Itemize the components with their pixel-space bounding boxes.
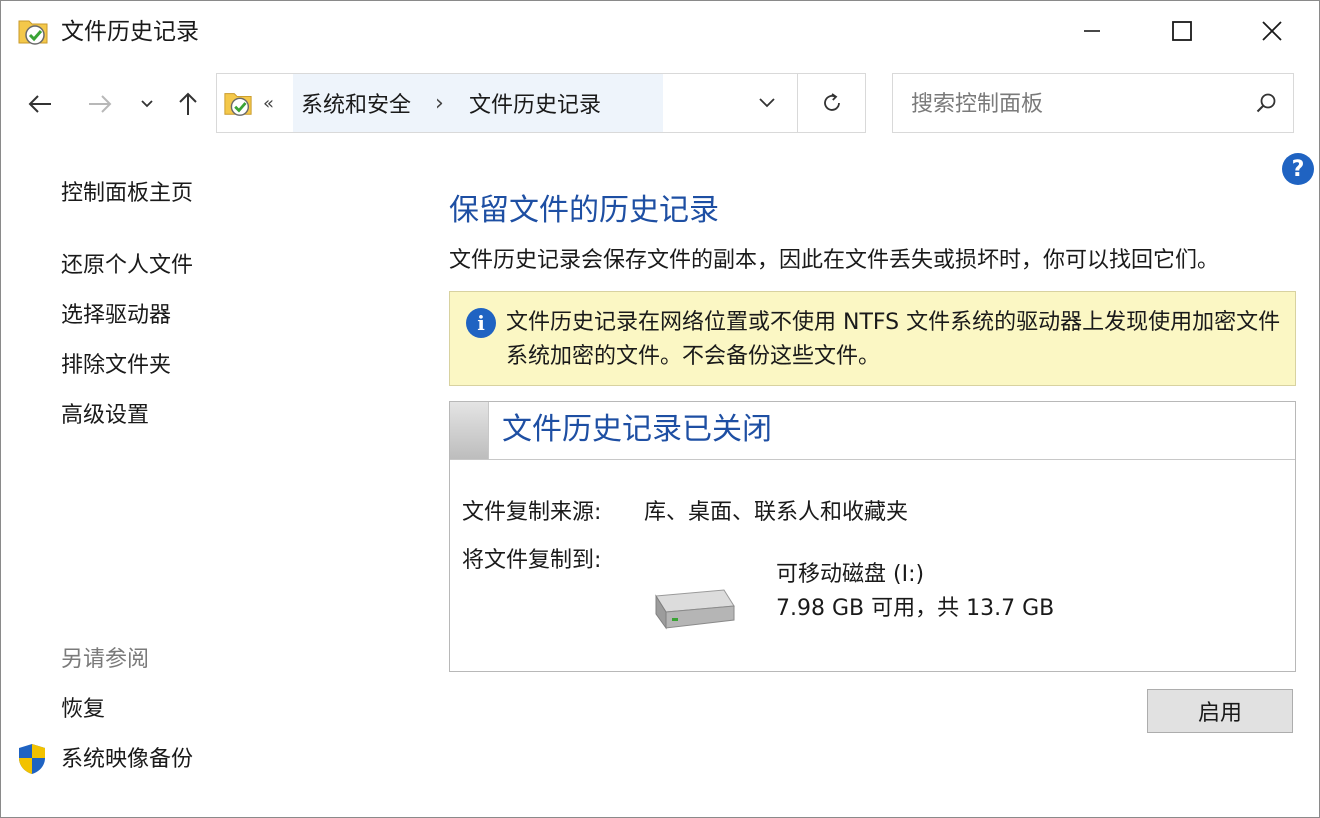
back-button[interactable] [23, 87, 57, 121]
removable-drive-icon [646, 584, 736, 638]
info-banner-text: 文件历史记录在网络位置或不使用 NTFS 文件系统的驱动器上发现使用加密文件系统… [506, 310, 1281, 369]
address-folder-icon [223, 74, 255, 132]
sidebar-item-control-panel-home[interactable]: 控制面板主页 [61, 179, 193, 209]
breadcrumb-item-file-history[interactable]: 文件历史记录 [469, 74, 601, 132]
recent-locations-button[interactable] [132, 87, 162, 121]
address-bar[interactable]: « 系统和安全 › 文件历史记录 [216, 73, 866, 133]
search-input[interactable] [909, 86, 1243, 122]
file-history-app-icon [17, 15, 49, 47]
drive-space: 7.98 GB 可用，共 13.7 GB [776, 596, 1055, 621]
minimize-icon [1084, 30, 1100, 32]
help-icon[interactable]: ? [1282, 153, 1314, 185]
search-box [892, 73, 1294, 133]
up-arrow-icon [179, 92, 197, 115]
sidebar-item-select-drive[interactable]: 选择驱动器 [61, 301, 171, 331]
sidebar-item-exclude-folders[interactable]: 排除文件夹 [61, 351, 171, 381]
see-also-recovery[interactable]: 恢复 [61, 695, 105, 725]
breadcrumb-item-security[interactable]: 系统和安全 [301, 74, 411, 132]
close-button[interactable] [1227, 1, 1317, 61]
drive-name: 可移动磁盘 (I:) [776, 562, 925, 587]
uac-shield-icon [17, 743, 47, 779]
enable-button[interactable]: 启用 [1147, 689, 1293, 733]
search-icon[interactable] [1255, 92, 1277, 114]
see-also-title: 另请参阅 [61, 647, 150, 672]
window-title: 文件历史记录 [61, 19, 199, 45]
status-title: 文件历史记录已关闭 [502, 412, 772, 447]
minimize-button[interactable] [1047, 1, 1137, 61]
info-icon: i [466, 308, 496, 338]
refresh-icon [824, 93, 840, 111]
close-icon [1262, 21, 1282, 41]
chevron-down-icon [759, 98, 775, 108]
breadcrumb-overflow[interactable]: « [263, 74, 289, 132]
forward-arrow-icon [89, 95, 112, 113]
sidebar-item-advanced-settings[interactable]: 高级设置 [61, 401, 149, 431]
title-bar: 文件历史记录 [1, 1, 1319, 61]
maximize-button[interactable] [1137, 1, 1227, 61]
status-panel: 文件历史记录已关闭 文件复制来源: 库、桌面、联系人和收藏夹 将文件复制到: 可… [449, 401, 1296, 672]
page-description: 文件历史记录会保存文件的副本，因此在文件丢失或损坏时，你可以找回它们。 [449, 248, 1220, 273]
see-also-system-image-backup[interactable]: 系统映像备份 [61, 745, 193, 775]
info-banner: i 文件历史记录在网络位置或不使用 NTFS 文件系统的驱动器上发现使用加密文件… [449, 291, 1296, 386]
up-button[interactable] [171, 87, 205, 121]
copy-from-label: 文件复制来源: [462, 500, 602, 525]
copy-to-label: 将文件复制到: [462, 548, 602, 573]
sidebar-item-restore-files[interactable]: 还原个人文件 [61, 251, 193, 281]
page-title: 保留文件的历史记录 [449, 193, 719, 228]
maximize-icon [1172, 21, 1192, 41]
file-history-window: 文件历史记录 « 系统和安全 › 文件历史记录 搜索控制面板 ? 控制面板主页 … [0, 0, 1320, 818]
breadcrumb-separator[interactable]: › [435, 74, 444, 132]
refresh-button[interactable] [797, 74, 866, 132]
status-indicator [450, 402, 489, 459]
forward-button[interactable] [83, 87, 117, 121]
back-arrow-icon [28, 95, 51, 113]
chevron-down-icon [141, 100, 153, 108]
copy-from-value: 库、桌面、联系人和收藏夹 [644, 500, 909, 525]
address-dropdown-button[interactable] [747, 74, 787, 132]
status-panel-header: 文件历史记录已关闭 [450, 402, 1295, 460]
